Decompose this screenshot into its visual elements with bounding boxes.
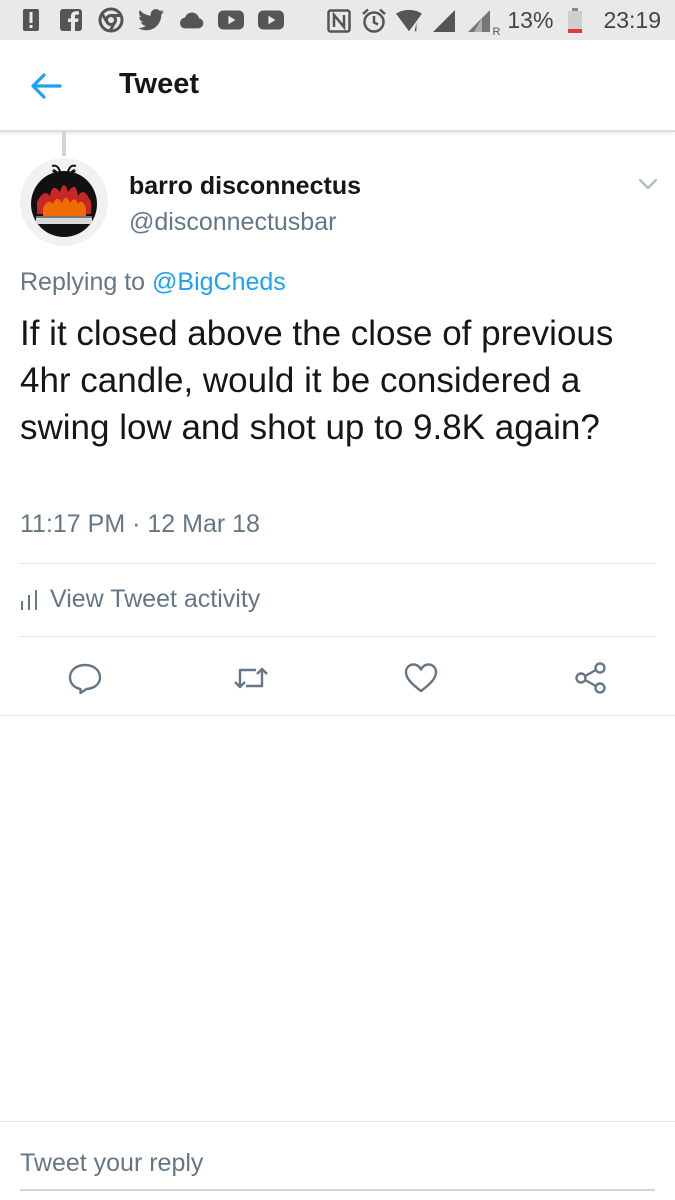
thread-connector bbox=[62, 132, 66, 156]
like-button[interactable] bbox=[403, 660, 439, 696]
share-icon bbox=[575, 662, 606, 694]
author-name[interactable]: barro disconnectus bbox=[129, 172, 361, 201]
notification-icons bbox=[18, 7, 284, 33]
view-tweet-activity-link[interactable]: View Tweet activity bbox=[20, 585, 260, 614]
replying-mention-link[interactable]: @BigCheds bbox=[152, 268, 286, 296]
wifi-icon bbox=[396, 8, 423, 34]
view-tweet-activity-label: View Tweet activity bbox=[50, 585, 261, 613]
replying-prefix: Replying to bbox=[20, 268, 146, 296]
clock: 23:19 bbox=[603, 7, 661, 33]
reply-input-underline bbox=[20, 1189, 655, 1191]
tweet-text: If it closed above the close of previous… bbox=[20, 314, 614, 447]
divider bbox=[20, 636, 655, 637]
divider bbox=[0, 715, 675, 716]
alert-icon bbox=[18, 7, 44, 33]
app-bar: Tweet bbox=[0, 40, 675, 132]
chrome-icon bbox=[98, 7, 124, 33]
tweet-timestamp: 11:17 PM · 12 Mar 18 bbox=[20, 510, 260, 538]
share-button[interactable] bbox=[573, 660, 609, 696]
divider bbox=[0, 1121, 675, 1122]
alarm-icon bbox=[361, 8, 387, 34]
signal-icon bbox=[431, 8, 457, 34]
page-title: Tweet bbox=[119, 68, 200, 100]
signal-roaming-icon: R bbox=[466, 8, 500, 38]
nfc-icon bbox=[326, 8, 352, 34]
facebook-icon bbox=[58, 7, 84, 33]
replying-to: Replying to @BigCheds bbox=[20, 268, 286, 297]
avatar[interactable] bbox=[20, 158, 108, 246]
twitter-icon bbox=[138, 7, 164, 33]
bar-chart-icon bbox=[21, 589, 37, 610]
back-button[interactable] bbox=[26, 66, 66, 106]
system-icons: R 13% 23:19 bbox=[326, 7, 661, 38]
battery-percentage: 13% bbox=[507, 7, 554, 33]
arrow-left-icon bbox=[31, 73, 62, 99]
youtube-icon bbox=[218, 7, 244, 33]
battery-icon bbox=[562, 7, 588, 34]
roaming-label: R bbox=[492, 25, 501, 38]
retweet-icon bbox=[234, 667, 268, 689]
tweet-menu-button[interactable] bbox=[636, 172, 660, 196]
like-icon bbox=[404, 663, 438, 693]
status-bar: R 13% 23:19 bbox=[0, 0, 675, 40]
retweet-button[interactable] bbox=[232, 660, 268, 696]
reply-button[interactable] bbox=[67, 660, 103, 696]
avatar-image bbox=[20, 158, 108, 246]
chevron-down-icon bbox=[638, 178, 658, 190]
youtube-icon bbox=[258, 7, 284, 33]
reply-icon bbox=[68, 663, 102, 695]
author-handle[interactable]: @disconnectusbar bbox=[129, 208, 336, 237]
divider bbox=[20, 563, 655, 564]
reply-input[interactable] bbox=[20, 1145, 650, 1181]
tweet-actions bbox=[0, 650, 675, 706]
cloud-icon bbox=[178, 7, 204, 33]
